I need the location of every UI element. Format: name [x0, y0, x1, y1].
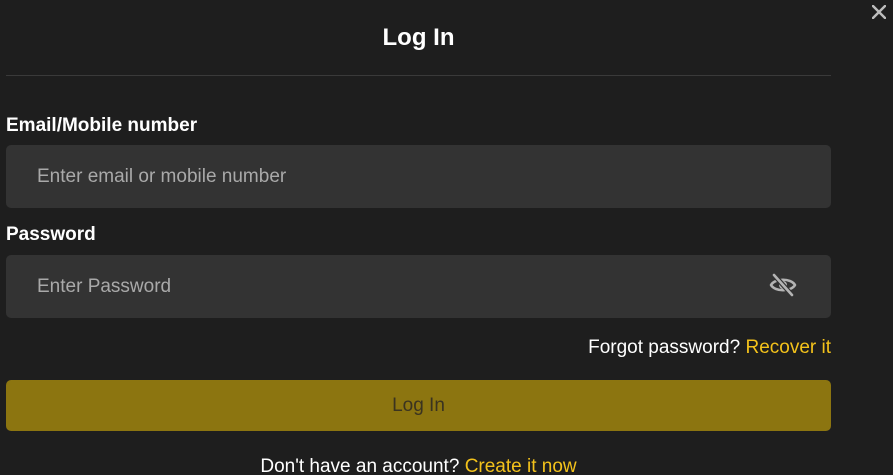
email-field[interactable] [6, 145, 831, 208]
email-field-container [6, 145, 831, 208]
modal-header: Log In [6, 0, 831, 76]
email-label: Email/Mobile number [6, 115, 198, 136]
password-field-container [6, 255, 831, 318]
create-account-link[interactable]: Create it now [465, 456, 577, 475]
signup-row: Don't have an account? Create it now [6, 456, 831, 475]
password-visibility-toggle[interactable] [769, 272, 797, 302]
password-label: Password [6, 224, 96, 245]
modal-title: Log In [382, 23, 455, 51]
close-button[interactable] [869, 2, 889, 22]
signup-text: Don't have an account? [260, 456, 460, 475]
forgot-password-row: Forgot password? Recover it [588, 337, 831, 359]
forgot-password-text: Forgot password? [588, 337, 741, 358]
login-button[interactable]: Log In [6, 380, 831, 431]
eye-off-icon [769, 272, 797, 302]
password-field[interactable] [6, 255, 831, 318]
recover-link[interactable]: Recover it [745, 337, 831, 358]
close-icon [872, 5, 886, 19]
login-modal: Log In Email/Mobile number Password Forg… [0, 0, 893, 475]
